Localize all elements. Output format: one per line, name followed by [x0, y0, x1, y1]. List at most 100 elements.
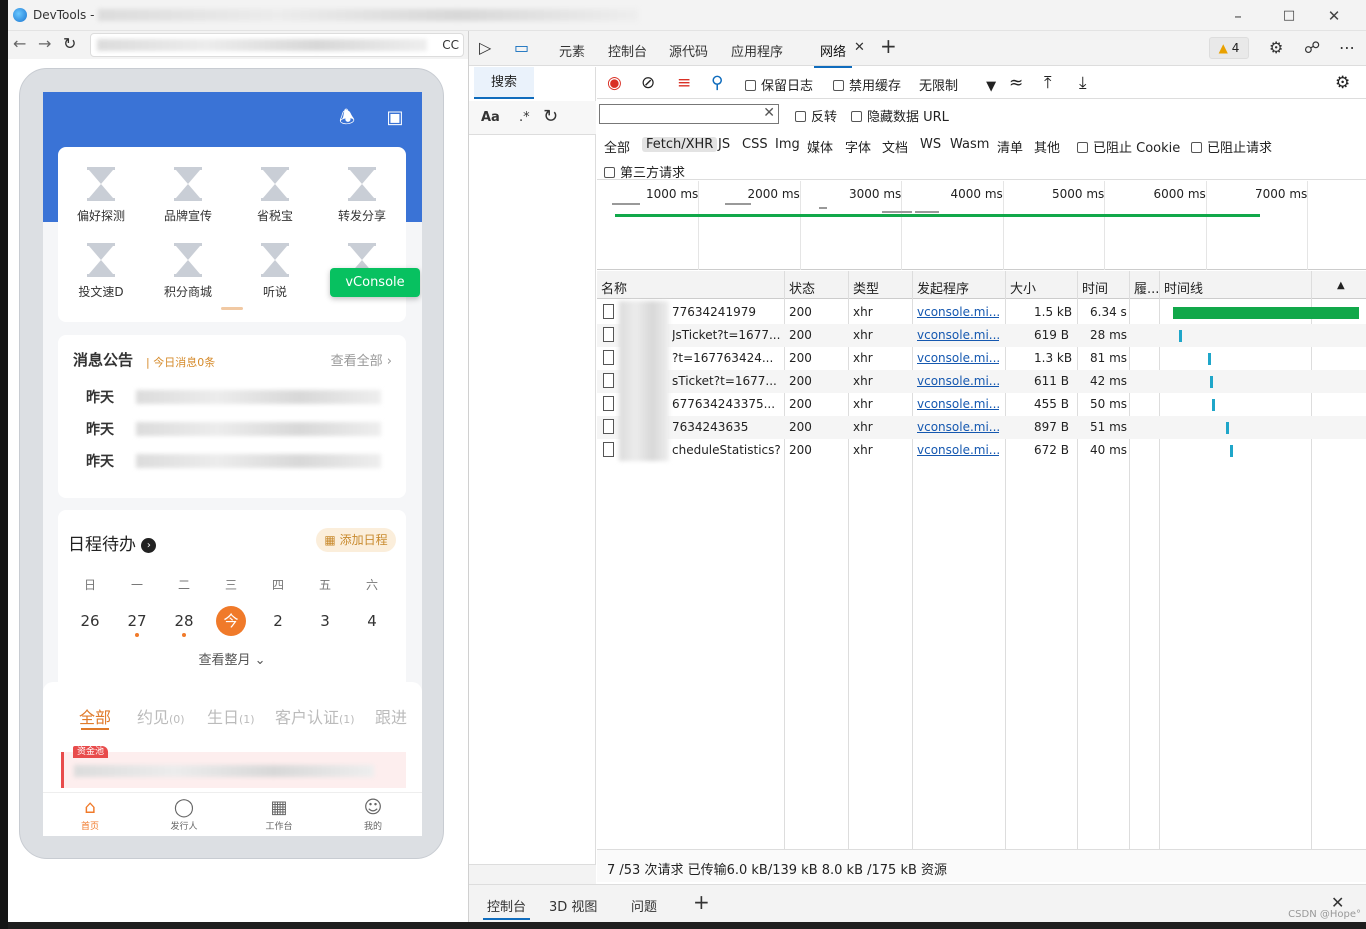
nav-issuer[interactable]: ◯ 发行人	[159, 797, 209, 832]
request-row[interactable]: cheduleStatistics?... 200 xhr vconsole.mi..…	[597, 439, 1366, 462]
drawer-tab-3d-view[interactable]: 3D 视图	[549, 896, 597, 915]
request-row[interactable]: 7634243635 200 xhr vconsole.mi... 897 B 51 ms	[597, 416, 1366, 439]
filter-type-font[interactable]: 字体	[845, 137, 871, 156]
preserve-log-checkbox[interactable]: 保留日志	[745, 75, 813, 94]
export-har-icon[interactable]: ⤓	[1079, 73, 1087, 93]
col-size[interactable]: 大小	[1010, 278, 1036, 297]
col-initiator[interactable]: 发起程序	[917, 278, 969, 297]
network-conditions-icon[interactable]: ≈	[1009, 73, 1023, 93]
tab-network[interactable]: 网络	[813, 41, 853, 68]
filter-type-css[interactable]: CSS	[742, 137, 768, 152]
request-row[interactable]: JsTicket?t=1677... 200 xhr vconsole.mi... 61…	[597, 324, 1366, 347]
close-tab-icon[interactable]: ✕	[854, 40, 865, 55]
clear-icon[interactable]: ⊘	[641, 73, 655, 93]
tab-birthday[interactable]: 生日(1)	[207, 704, 255, 728]
notice-view-all-link[interactable]: 查看全部 ›	[331, 350, 392, 369]
filter-type-doc[interactable]: 文档	[882, 137, 908, 156]
list-item[interactable]	[61, 752, 406, 788]
nav-workbench[interactable]: ▦ 工作台	[254, 797, 304, 832]
calendar-day[interactable]: 3	[310, 606, 340, 636]
request-initiator[interactable]: vconsole.mi...	[917, 328, 999, 342]
grid-item-listen[interactable]: 听说	[232, 243, 318, 300]
add-tab-icon[interactable]: +	[880, 34, 897, 58]
help-icon[interactable]: ›	[141, 538, 157, 553]
calendar-day[interactable]: 2	[263, 606, 293, 636]
nav-home[interactable]: ⌂ 首页	[65, 797, 115, 832]
tab-console[interactable]: 控制台	[608, 41, 647, 60]
calendar-day[interactable]: 26	[75, 606, 105, 636]
grid-item-quick[interactable]: 投文速D	[58, 243, 144, 300]
col-fulfilled[interactable]: 履...	[1134, 278, 1159, 297]
device-toggle-icon[interactable]: ▭	[514, 38, 529, 57]
grid-item-pref-test[interactable]: 偏好探测	[58, 167, 144, 224]
add-schedule-button[interactable]: ▦ 添加日程	[316, 528, 396, 552]
tab-follow-up[interactable]: 跟进	[375, 704, 407, 728]
settings-icon[interactable]: ⚙	[1269, 38, 1283, 57]
forward-icon[interactable]: →	[38, 34, 51, 53]
clear-filter-icon[interactable]: ✕	[763, 105, 775, 121]
sort-asc-icon[interactable]: ▲	[1337, 280, 1345, 291]
import-har-icon[interactable]: ⤒	[1044, 73, 1052, 93]
vconsole-button[interactable]: vConsole	[330, 268, 420, 297]
maximize-button[interactable]: □	[1274, 6, 1304, 26]
hide-data-urls-checkbox[interactable]: 隐藏数据 URL	[851, 106, 949, 125]
minimize-button[interactable]: –	[1223, 6, 1253, 26]
throttle-select[interactable]: 无限制 ▼	[919, 75, 996, 94]
regex-toggle[interactable]: .*	[519, 110, 530, 125]
filter-type-js[interactable]: JS	[718, 137, 730, 152]
tab-all[interactable]: 全部	[79, 704, 111, 728]
customize-icon[interactable]: ☍	[1304, 38, 1320, 57]
more-options-icon[interactable]: ⋯	[1339, 38, 1355, 57]
scan-icon[interactable]: ▣	[385, 108, 405, 128]
search-tab[interactable]: 搜索	[474, 67, 534, 99]
request-initiator[interactable]: vconsole.mi...	[917, 397, 999, 411]
view-month-link[interactable]: 查看整月 ⌄	[58, 649, 406, 668]
filter-type-other[interactable]: 其他	[1034, 137, 1060, 156]
filter-type-fetch-xhr[interactable]: Fetch/XHR	[642, 137, 718, 152]
network-settings-icon[interactable]: ⚙	[1335, 73, 1350, 93]
match-case-toggle[interactable]: Aa	[481, 110, 500, 125]
filter-type-manifest[interactable]: 清单	[997, 137, 1023, 156]
third-party-checkbox[interactable]: 第三方请求	[604, 162, 685, 181]
request-initiator[interactable]: vconsole.mi...	[917, 305, 999, 319]
invert-checkbox[interactable]: 反转	[795, 106, 837, 125]
grid-item-points[interactable]: 积分商城	[145, 243, 231, 300]
address-bar[interactable]: CC	[90, 33, 464, 57]
bell-icon[interactable]: 🕭	[337, 108, 357, 128]
request-initiator[interactable]: vconsole.mi...	[917, 374, 999, 388]
filter-icon[interactable]: ≡	[677, 73, 691, 93]
request-row[interactable]: 677634243375... 200 xhr vconsole.mi... 455 B…	[597, 393, 1366, 416]
blocked-cookies-checkbox[interactable]: 已阻止 Cookie	[1077, 137, 1180, 156]
notice-row-text[interactable]	[136, 422, 381, 436]
nav-mine[interactable]: ☺ 我的	[348, 797, 398, 832]
request-initiator[interactable]: vconsole.mi...	[917, 420, 999, 434]
filter-type-wasm[interactable]: Wasm	[950, 137, 989, 152]
grid-item-tax[interactable]: 省税宝	[232, 167, 318, 224]
drawer-tab-issues[interactable]: 问题	[631, 896, 657, 915]
request-initiator[interactable]: vconsole.mi...	[917, 351, 999, 365]
grid-item-brand[interactable]: 品牌宣传	[145, 167, 231, 224]
tab-elements[interactable]: 元素	[559, 41, 585, 60]
col-type[interactable]: 类型	[853, 278, 879, 297]
col-waterfall[interactable]: 时间线	[1164, 278, 1203, 297]
search-icon[interactable]: ⚲	[711, 73, 723, 93]
tab-application[interactable]: 应用程序	[731, 41, 783, 60]
inspect-icon[interactable]: ▷	[479, 38, 491, 57]
request-row[interactable]: sTicket?t=1677... 200 xhr vconsole.mi... 611…	[597, 370, 1366, 393]
drawer-add-icon[interactable]: +	[693, 890, 710, 914]
notice-row-text[interactable]	[136, 454, 381, 468]
request-row[interactable]: ?t=167763424... 200 xhr vconsole.mi... 1.3 k…	[597, 347, 1366, 370]
col-name[interactable]: 名称	[601, 278, 627, 297]
request-initiator[interactable]: vconsole.mi...	[917, 443, 999, 457]
refresh-search-icon[interactable]: ↻	[543, 106, 558, 127]
calendar-day[interactable]: 27	[122, 606, 152, 637]
calendar-day-today[interactable]: 今	[216, 606, 246, 636]
filter-type-img[interactable]: Img	[775, 137, 800, 152]
record-icon[interactable]: ◉	[607, 73, 622, 93]
filter-type-all[interactable]: 全部	[604, 137, 630, 156]
drawer-tab-console[interactable]: 控制台	[482, 896, 531, 920]
blocked-requests-checkbox[interactable]: 已阻止请求	[1191, 137, 1272, 156]
calendar-day[interactable]: 4	[357, 606, 387, 636]
request-row[interactable]: 77634241979 200 xhr vconsole.mi... 1.5 kB 6.3…	[597, 301, 1366, 324]
col-time[interactable]: 时间	[1082, 278, 1108, 297]
